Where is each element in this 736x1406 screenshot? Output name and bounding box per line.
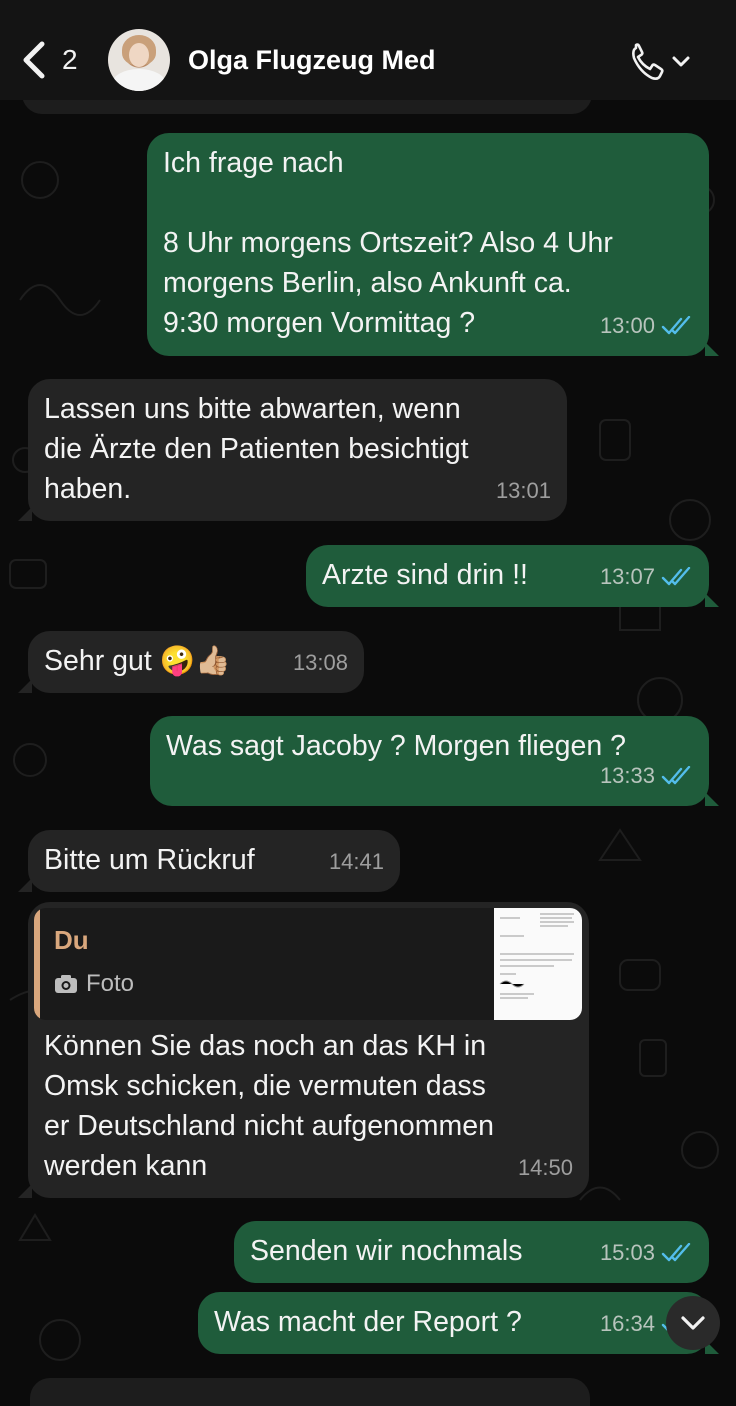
message-bubble-outgoing[interactable]: Was sagt Jacoby ? Morgen fliegen ? 13:33	[150, 716, 719, 806]
quote-type-label: Foto	[86, 970, 135, 997]
message-time: 13:08	[292, 650, 348, 675]
scroll-to-bottom-button[interactable]	[666, 1296, 720, 1350]
double-check-icon	[661, 766, 691, 785]
message-time: 13:33	[599, 763, 655, 788]
double-check-icon	[661, 316, 691, 335]
message-time: 14:41	[328, 849, 384, 874]
photo-thumbnail	[494, 908, 582, 1020]
unread-count[interactable]: 2	[62, 44, 78, 76]
message-bubble-outgoing[interactable]: Arzte sind drin !! 13:07	[306, 545, 719, 607]
message-bubble-incoming[interactable]: Sehr gut 🤪👍🏼 13:08	[18, 631, 364, 693]
contact-name[interactable]: Olga Flugzeug Med	[188, 45, 436, 76]
message-time: 13:00	[599, 313, 655, 338]
message-time: 14:50	[517, 1155, 573, 1180]
chevron-left-icon[interactable]	[18, 40, 52, 80]
message-time: 13:07	[599, 564, 655, 589]
double-check-icon	[661, 567, 691, 586]
quoted-message[interactable]: Du Foto	[34, 908, 582, 1020]
message-bubble-outgoing[interactable]: Ich frage nach 8 Uhr morgens Ortszeit? A…	[147, 133, 719, 356]
quote-author: Du	[54, 925, 89, 955]
chevron-down-icon	[681, 1316, 705, 1330]
message-bubble-incoming[interactable]: Du Foto Können Sie das noch an das KH in…	[18, 902, 589, 1198]
message-bubble-outgoing[interactable]: Was macht der Report ? 16:34	[198, 1292, 719, 1354]
next-message-edge	[30, 1378, 590, 1406]
phone-icon[interactable]	[628, 42, 694, 80]
avatar[interactable]	[108, 29, 170, 91]
message-text: Können Sie das noch an das KH in Omsk sc…	[44, 1030, 494, 1182]
message-time: 13:01	[495, 478, 551, 503]
message-text: Lassen uns bitte abwarten, wenn die Ärzt…	[44, 393, 469, 505]
chat-header: 2 Olga Flugzeug Med	[0, 0, 736, 100]
quote-type: Foto	[54, 964, 134, 1004]
message-bubble-outgoing[interactable]: Senden wir nochmals 15:03	[234, 1221, 709, 1283]
double-check-icon	[661, 1243, 691, 1262]
message-time: 16:34	[599, 1311, 655, 1336]
message-time: 15:03	[599, 1240, 655, 1265]
camera-icon	[55, 975, 77, 993]
message-bubble-incoming[interactable]: Lassen uns bitte abwarten, wenn die Ärzt…	[18, 379, 567, 521]
message-bubble-incoming[interactable]: Bitte um Rückruf 14:41	[18, 830, 400, 892]
